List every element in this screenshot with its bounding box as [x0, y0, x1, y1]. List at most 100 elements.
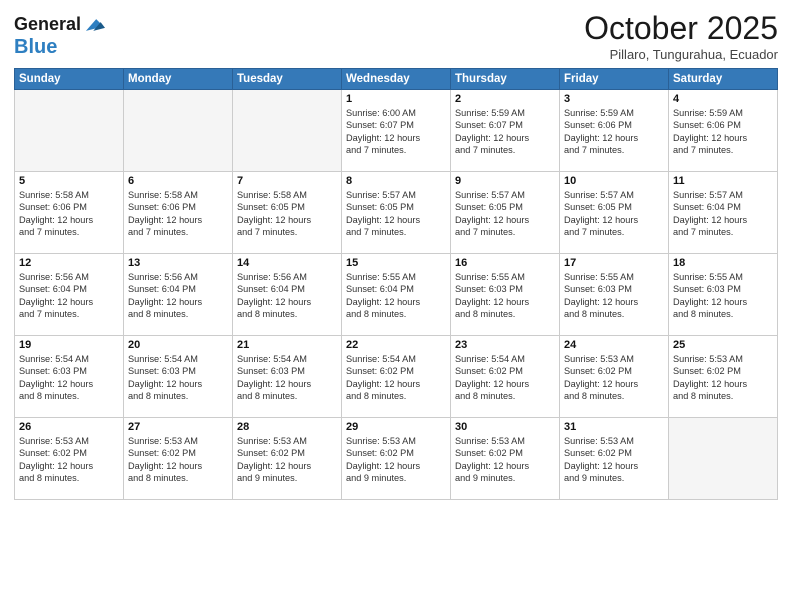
- calendar-cell: 3 Sunrise: 5:59 AM Sunset: 6:06 PM Daylig…: [560, 90, 669, 172]
- col-wednesday: Wednesday: [342, 69, 451, 90]
- day-info: Sunrise: 5:53 AM Sunset: 6:02 PM Dayligh…: [237, 435, 337, 485]
- day-info: Sunrise: 5:57 AM Sunset: 6:05 PM Dayligh…: [346, 189, 446, 239]
- calendar-cell: 27 Sunrise: 5:53 AM Sunset: 6:02 PM Dayli…: [124, 418, 233, 500]
- month-title: October 2025: [584, 10, 778, 47]
- calendar-cell: 18 Sunrise: 5:55 AM Sunset: 6:03 PM Dayli…: [669, 254, 778, 336]
- calendar-cell: 26 Sunrise: 5:53 AM Sunset: 6:02 PM Dayli…: [15, 418, 124, 500]
- day-info: Sunrise: 5:53 AM Sunset: 6:02 PM Dayligh…: [673, 353, 773, 403]
- day-info: Sunrise: 5:53 AM Sunset: 6:02 PM Dayligh…: [455, 435, 555, 485]
- page: General Blue October 2025 Pillaro, Tungu…: [0, 0, 792, 612]
- calendar-cell: 11Sunrise: 5:57 AM Sunset: 6:04 PM Dayli…: [669, 172, 778, 254]
- day-info: Sunrise: 5:55 AM Sunset: 6:03 PM Dayligh…: [564, 271, 664, 321]
- calendar-body: 1 Sunrise: 6:00 AM Sunset: 6:07 PM Daylig…: [15, 90, 778, 500]
- calendar-cell: 7Sunrise: 5:58 AM Sunset: 6:05 PM Daylig…: [233, 172, 342, 254]
- calendar-cell: 1 Sunrise: 6:00 AM Sunset: 6:07 PM Daylig…: [342, 90, 451, 172]
- day-info: Sunrise: 5:54 AM Sunset: 6:03 PM Dayligh…: [237, 353, 337, 403]
- day-info: Sunrise: 6:00 AM Sunset: 6:07 PM Dayligh…: [346, 107, 446, 157]
- day-number: 6: [128, 175, 228, 187]
- calendar-week-5: 26 Sunrise: 5:53 AM Sunset: 6:02 PM Dayli…: [15, 418, 778, 500]
- day-number: 11: [673, 175, 773, 187]
- calendar-cell: [15, 90, 124, 172]
- day-info: Sunrise: 5:56 AM Sunset: 6:04 PM Dayligh…: [19, 271, 119, 321]
- day-info: Sunrise: 5:54 AM Sunset: 6:02 PM Dayligh…: [455, 353, 555, 403]
- calendar-week-1: 1 Sunrise: 6:00 AM Sunset: 6:07 PM Daylig…: [15, 90, 778, 172]
- day-number: 29: [346, 421, 446, 433]
- day-number: 26: [19, 421, 119, 433]
- day-number: 5: [19, 175, 119, 187]
- day-number: 21: [237, 339, 337, 351]
- day-number: 28: [237, 421, 337, 433]
- calendar-cell: 2Sunrise: 5:59 AM Sunset: 6:07 PM Daylig…: [451, 90, 560, 172]
- calendar-cell: 12Sunrise: 5:56 AM Sunset: 6:04 PM Dayli…: [15, 254, 124, 336]
- calendar-header: Sunday Monday Tuesday Wednesday Thursday…: [15, 69, 778, 90]
- logo: General Blue: [14, 14, 105, 58]
- calendar-week-3: 12Sunrise: 5:56 AM Sunset: 6:04 PM Dayli…: [15, 254, 778, 336]
- calendar-cell: 31 Sunrise: 5:53 AM Sunset: 6:02 PM Dayli…: [560, 418, 669, 500]
- calendar-cell: 25 Sunrise: 5:53 AM Sunset: 6:02 PM Dayli…: [669, 336, 778, 418]
- day-info: Sunrise: 5:55 AM Sunset: 6:03 PM Dayligh…: [673, 271, 773, 321]
- day-info: Sunrise: 5:53 AM Sunset: 6:02 PM Dayligh…: [564, 353, 664, 403]
- calendar-cell: 6Sunrise: 5:58 AM Sunset: 6:06 PM Daylig…: [124, 172, 233, 254]
- col-monday: Monday: [124, 69, 233, 90]
- day-number: 15: [346, 257, 446, 269]
- day-number: 24: [564, 339, 664, 351]
- day-number: 27: [128, 421, 228, 433]
- day-info: Sunrise: 5:53 AM Sunset: 6:02 PM Dayligh…: [19, 435, 119, 485]
- calendar-cell: [124, 90, 233, 172]
- day-info: Sunrise: 5:53 AM Sunset: 6:02 PM Dayligh…: [564, 435, 664, 485]
- day-info: Sunrise: 5:54 AM Sunset: 6:02 PM Dayligh…: [346, 353, 446, 403]
- day-info: Sunrise: 5:55 AM Sunset: 6:03 PM Dayligh…: [455, 271, 555, 321]
- calendar-cell: 23Sunrise: 5:54 AM Sunset: 6:02 PM Dayli…: [451, 336, 560, 418]
- calendar-cell: 19 Sunrise: 5:54 AM Sunset: 6:03 PM Dayli…: [15, 336, 124, 418]
- day-number: 25: [673, 339, 773, 351]
- day-number: 18: [673, 257, 773, 269]
- calendar-cell: [669, 418, 778, 500]
- day-number: 20: [128, 339, 228, 351]
- calendar-cell: 14Sunrise: 5:56 AM Sunset: 6:04 PM Dayli…: [233, 254, 342, 336]
- title-block: October 2025 Pillaro, Tungurahua, Ecuado…: [584, 10, 778, 62]
- logo-icon: [83, 14, 105, 36]
- calendar-cell: 17 Sunrise: 5:55 AM Sunset: 6:03 PM Dayli…: [560, 254, 669, 336]
- calendar-cell: 13Sunrise: 5:56 AM Sunset: 6:04 PM Dayli…: [124, 254, 233, 336]
- calendar: Sunday Monday Tuesday Wednesday Thursday…: [14, 68, 778, 500]
- day-info: Sunrise: 5:53 AM Sunset: 6:02 PM Dayligh…: [128, 435, 228, 485]
- header: General Blue October 2025 Pillaro, Tungu…: [14, 10, 778, 62]
- calendar-cell: 21 Sunrise: 5:54 AM Sunset: 6:03 PM Dayli…: [233, 336, 342, 418]
- col-thursday: Thursday: [451, 69, 560, 90]
- calendar-week-4: 19 Sunrise: 5:54 AM Sunset: 6:03 PM Dayli…: [15, 336, 778, 418]
- day-number: 7: [237, 175, 337, 187]
- day-number: 22: [346, 339, 446, 351]
- col-saturday: Saturday: [669, 69, 778, 90]
- day-info: Sunrise: 5:59 AM Sunset: 6:07 PM Dayligh…: [455, 107, 555, 157]
- calendar-cell: 5Sunrise: 5:58 AM Sunset: 6:06 PM Daylig…: [15, 172, 124, 254]
- day-info: Sunrise: 5:54 AM Sunset: 6:03 PM Dayligh…: [19, 353, 119, 403]
- day-number: 14: [237, 257, 337, 269]
- day-info: Sunrise: 5:53 AM Sunset: 6:02 PM Dayligh…: [346, 435, 446, 485]
- day-info: Sunrise: 5:54 AM Sunset: 6:03 PM Dayligh…: [128, 353, 228, 403]
- day-number: 1: [346, 93, 446, 105]
- calendar-cell: 9 Sunrise: 5:57 AM Sunset: 6:05 PM Daylig…: [451, 172, 560, 254]
- calendar-cell: 30 Sunrise: 5:53 AM Sunset: 6:02 PM Dayli…: [451, 418, 560, 500]
- day-number: 30: [455, 421, 555, 433]
- day-number: 4: [673, 93, 773, 105]
- calendar-cell: 16Sunrise: 5:55 AM Sunset: 6:03 PM Dayli…: [451, 254, 560, 336]
- day-number: 9: [455, 175, 555, 187]
- calendar-cell: 29 Sunrise: 5:53 AM Sunset: 6:02 PM Dayli…: [342, 418, 451, 500]
- calendar-cell: 24 Sunrise: 5:53 AM Sunset: 6:02 PM Dayli…: [560, 336, 669, 418]
- day-info: Sunrise: 5:59 AM Sunset: 6:06 PM Dayligh…: [564, 107, 664, 157]
- day-number: 10: [564, 175, 664, 187]
- day-number: 19: [19, 339, 119, 351]
- day-info: Sunrise: 5:57 AM Sunset: 6:05 PM Dayligh…: [455, 189, 555, 239]
- calendar-cell: 4Sunrise: 5:59 AM Sunset: 6:06 PM Daylig…: [669, 90, 778, 172]
- day-number: 3: [564, 93, 664, 105]
- day-number: 13: [128, 257, 228, 269]
- logo-text: General: [14, 15, 81, 35]
- day-number: 17: [564, 257, 664, 269]
- day-info: Sunrise: 5:57 AM Sunset: 6:05 PM Dayligh…: [564, 189, 664, 239]
- calendar-cell: 15Sunrise: 5:55 AM Sunset: 6:04 PM Dayli…: [342, 254, 451, 336]
- location: Pillaro, Tungurahua, Ecuador: [584, 47, 778, 62]
- calendar-cell: 8Sunrise: 5:57 AM Sunset: 6:05 PM Daylig…: [342, 172, 451, 254]
- calendar-cell: [233, 90, 342, 172]
- col-tuesday: Tuesday: [233, 69, 342, 90]
- day-number: 31: [564, 421, 664, 433]
